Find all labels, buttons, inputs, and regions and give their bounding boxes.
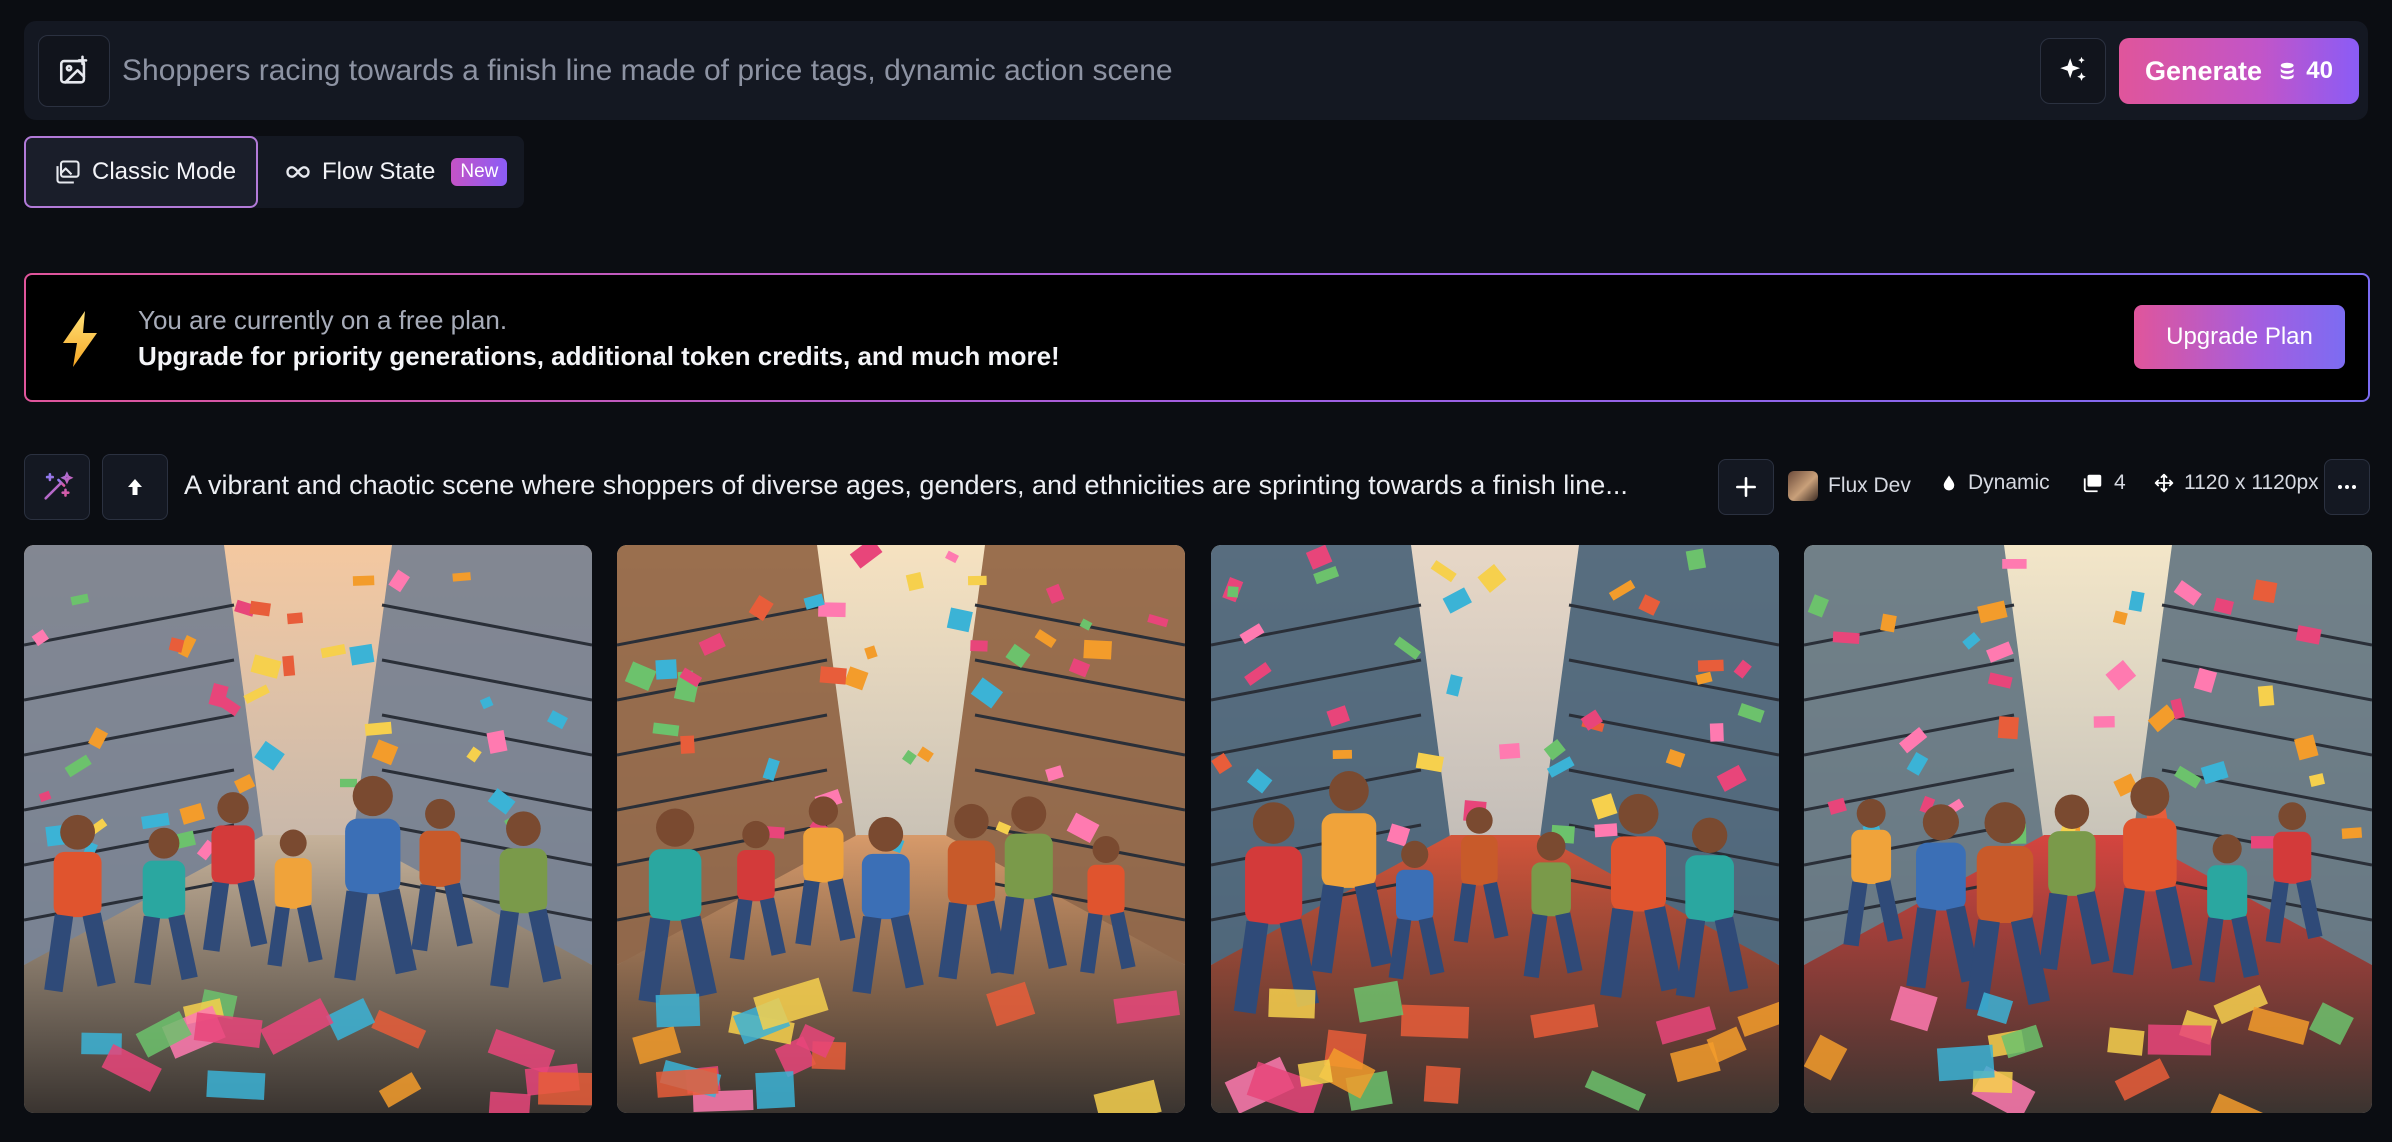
token-cost-value: 40 (2306, 57, 2333, 84)
prompt-input[interactable] (122, 45, 2042, 97)
generation-prompt: A vibrant and chaotic scene where shoppe… (184, 470, 1628, 500)
confetti-piece (2252, 579, 2278, 604)
move-arrows-icon (2154, 473, 2174, 493)
generated-image-4[interactable] (1804, 545, 2372, 1113)
price-tag (488, 1091, 531, 1113)
page: Generate 40 Classic Mode (0, 0, 2392, 1142)
confetti-piece (1594, 823, 1618, 838)
confetti-piece (286, 612, 304, 625)
confetti-piece (2002, 559, 2027, 569)
confetti-piece (655, 659, 678, 680)
confetti-piece (1227, 586, 1239, 598)
generate-label: Generate (2145, 55, 2263, 86)
confetti-piece (282, 655, 296, 677)
image-count-info: 4 (2082, 471, 2126, 495)
upgrade-banner: You are currently on a free plan. Upgrad… (24, 273, 2370, 402)
confetti-piece (352, 575, 375, 586)
image-dimensions: 1120 x 1120px (2184, 471, 2319, 494)
confetti-piece (1709, 723, 1724, 742)
confetti-piece (680, 735, 695, 754)
dimensions-info: 1120 x 1120px (2154, 471, 2319, 495)
drop-icon (1943, 475, 1955, 491)
remix-button[interactable] (24, 454, 90, 520)
price-tag (655, 1067, 719, 1098)
images-icon (56, 160, 80, 184)
confetti-piece (339, 778, 358, 788)
image-plus-icon (59, 55, 88, 84)
tab-flow-state[interactable]: Flow State New (282, 136, 522, 208)
reuse-prompt-button[interactable] (102, 454, 168, 520)
price-tag (1268, 988, 1316, 1019)
confetti-piece (967, 575, 987, 586)
price-tag (1936, 1044, 1995, 1082)
image-content (1211, 545, 1779, 1113)
image-content (1804, 545, 2372, 1113)
confetti-piece (2257, 685, 2275, 707)
style-info: Dynamic (1940, 471, 2050, 495)
price-tag (538, 1072, 592, 1106)
upgrade-plan-button[interactable]: Upgrade Plan (2134, 305, 2345, 369)
classic-mode-label: Classic Mode (92, 158, 237, 185)
plus-icon (1736, 477, 1756, 497)
price-tag (655, 993, 701, 1028)
image-count: 4 (2114, 471, 2126, 494)
image-grid (24, 545, 2372, 1113)
confetti-piece (364, 721, 392, 736)
generated-image-2[interactable] (617, 545, 1185, 1113)
more-horizontal-icon (2338, 485, 2356, 489)
mode-switch: Classic Mode Flow State New (24, 136, 524, 208)
model-name: Flux Dev (1828, 474, 1911, 497)
model-info: Flux Dev (1788, 471, 1911, 501)
confetti-piece (349, 643, 375, 666)
confetti-piece (970, 640, 988, 652)
generate-button[interactable]: Generate 40 (2119, 38, 2359, 104)
generation-header: A vibrant and chaotic scene where shoppe… (24, 454, 2370, 520)
confetti-piece (1697, 659, 1724, 672)
new-badge: New (451, 158, 508, 186)
arrow-up-icon (128, 479, 142, 495)
style-name: Dynamic (1968, 471, 2050, 494)
enhance-prompt-button[interactable] (2040, 38, 2106, 104)
image-content (24, 545, 592, 1113)
confetti-piece (1083, 639, 1112, 660)
generated-image-1[interactable] (24, 545, 592, 1113)
images-icon (2083, 474, 2102, 493)
upgrade-banner-body: You are currently on a free plan. Upgrad… (26, 275, 2368, 400)
magic-wand-icon (44, 471, 74, 500)
model-avatar (1788, 471, 1818, 501)
generated-image-3[interactable] (1211, 545, 1779, 1113)
free-plan-notice: You are currently on a free plan. (138, 305, 508, 335)
confetti-piece (249, 600, 271, 617)
upgrade-benefits-text: Upgrade for priority generations, additi… (138, 341, 1060, 371)
image-upload-button[interactable] (38, 35, 110, 107)
flow-state-label: Flow State (322, 158, 436, 185)
confetti-piece (2341, 827, 2363, 840)
confetti-piece (2251, 836, 2275, 849)
price-tag (2147, 1024, 2212, 1056)
infinity-icon (286, 166, 310, 178)
price-tag (1400, 1004, 1470, 1039)
lightning-bolt-icon (63, 311, 97, 367)
image-content (617, 545, 1185, 1113)
tab-classic-mode[interactable]: Classic Mode (24, 136, 258, 208)
confetti-piece (1880, 613, 1897, 633)
price-tag (2107, 1027, 2145, 1056)
price-tag (755, 1071, 796, 1109)
confetti-piece (1332, 749, 1353, 759)
token-cost: 40 (2278, 57, 2333, 85)
coins-icon (2281, 62, 2294, 80)
price-tag (206, 1070, 266, 1100)
sparkles-icon (2060, 56, 2086, 81)
confetti-piece (819, 666, 847, 685)
confetti-piece (1832, 631, 1860, 644)
confetti-piece (452, 572, 471, 582)
confetti-piece (2093, 715, 2115, 728)
confetti-piece (1498, 743, 1521, 760)
add-button[interactable] (1718, 459, 1774, 515)
prompt-bar: Generate 40 (24, 21, 2368, 120)
more-options-button[interactable] (2324, 459, 2370, 515)
confetti-piece (1685, 548, 1707, 571)
price-tag (1423, 1065, 1461, 1104)
confetti-piece (1997, 716, 2019, 740)
